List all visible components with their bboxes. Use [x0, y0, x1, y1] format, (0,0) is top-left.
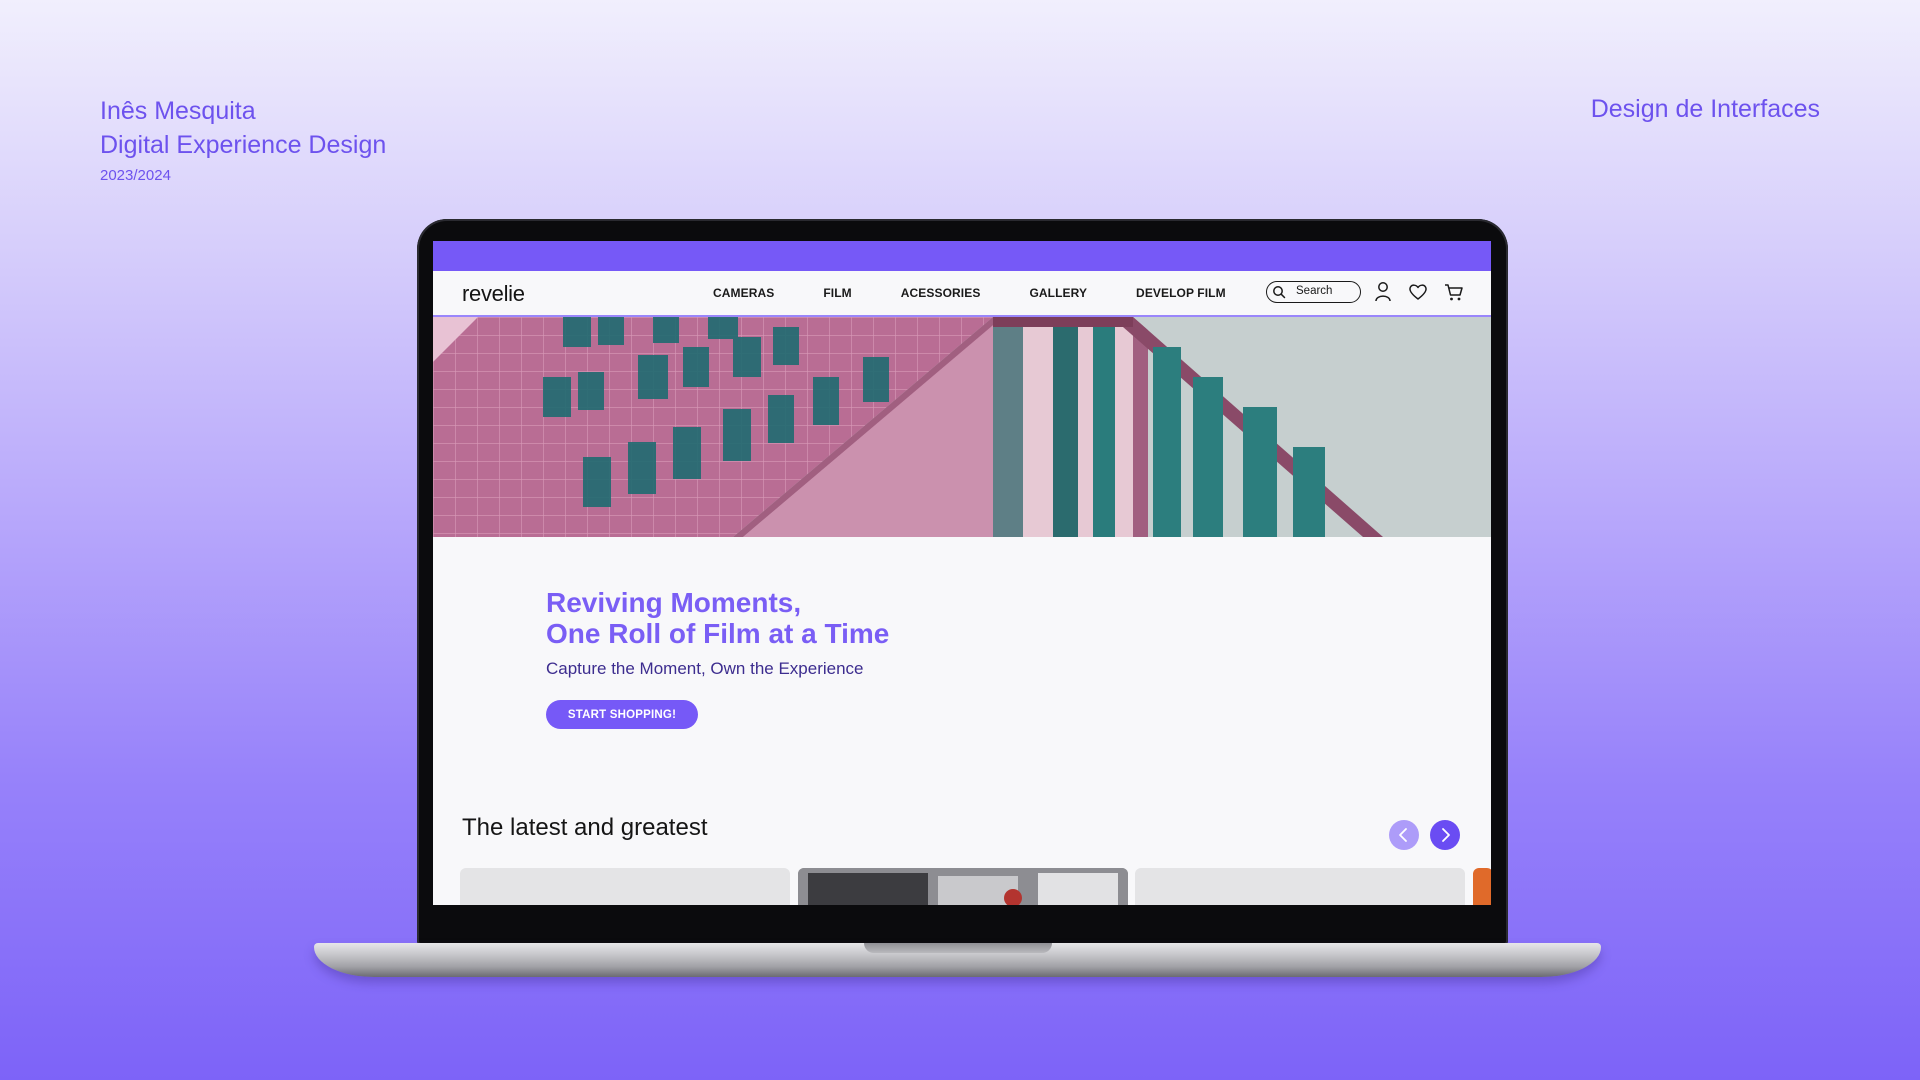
- search-input[interactable]: Search: [1266, 281, 1361, 303]
- laptop-notch: [864, 943, 1052, 953]
- announcement-bar: [433, 241, 1491, 271]
- product-card[interactable]: [1135, 868, 1465, 905]
- laptop-screen: revelie CAMERAS FILM ACESSORIES GALLERY …: [433, 241, 1491, 905]
- cart-icon[interactable]: [1444, 281, 1464, 303]
- product-card[interactable]: [1473, 868, 1491, 905]
- search-icon: [1273, 286, 1286, 299]
- hero-subheadline: Capture the Moment, Own the Experience: [546, 659, 864, 678]
- hero-headline-line1: Reviving Moments,: [546, 587, 802, 618]
- latest-section-title: The latest and greatest: [462, 814, 708, 841]
- nav-item-develop-film[interactable]: DEVELOP FILM: [1136, 286, 1226, 300]
- heart-icon[interactable]: [1408, 281, 1428, 303]
- main-nav: CAMERAS FILM ACESSORIES GALLERY DEVELOP …: [713, 286, 1275, 300]
- search-placeholder: Search: [1296, 285, 1333, 297]
- start-shopping-button[interactable]: START SHOPPING!: [546, 700, 698, 729]
- chevron-left-icon: [1399, 828, 1407, 842]
- nav-item-film[interactable]: FILM: [823, 286, 851, 300]
- carousel-prev-button[interactable]: [1389, 820, 1419, 850]
- product-card[interactable]: [460, 868, 790, 905]
- site-header: revelie CAMERAS FILM ACESSORIES GALLERY …: [433, 271, 1491, 317]
- author-name: Inês Mesquita: [100, 97, 256, 125]
- carousel-next-button[interactable]: [1430, 820, 1460, 850]
- presentation-info: Inês Mesquita Digital Experience Design …: [100, 94, 386, 188]
- product-image: [798, 868, 1128, 905]
- hero-image: [433, 317, 1491, 537]
- academic-year: 2023/2024: [100, 167, 171, 184]
- hero-headline: Reviving Moments, One Roll of Film at a …: [546, 587, 889, 649]
- course-name: Digital Experience Design: [100, 131, 387, 159]
- site-logo[interactable]: revelie: [462, 281, 525, 307]
- chevron-right-icon: [1442, 828, 1450, 842]
- hero-headline-line2: One Roll of Film at a Time: [546, 618, 890, 649]
- subject-title: Design de Interfaces: [1590, 95, 1820, 123]
- nav-item-accessories[interactable]: ACESSORIES: [901, 286, 981, 300]
- nav-item-cameras[interactable]: CAMERAS: [713, 286, 774, 300]
- user-icon[interactable]: [1374, 281, 1392, 303]
- nav-item-gallery[interactable]: GALLERY: [1029, 286, 1087, 300]
- product-card[interactable]: [798, 868, 1128, 905]
